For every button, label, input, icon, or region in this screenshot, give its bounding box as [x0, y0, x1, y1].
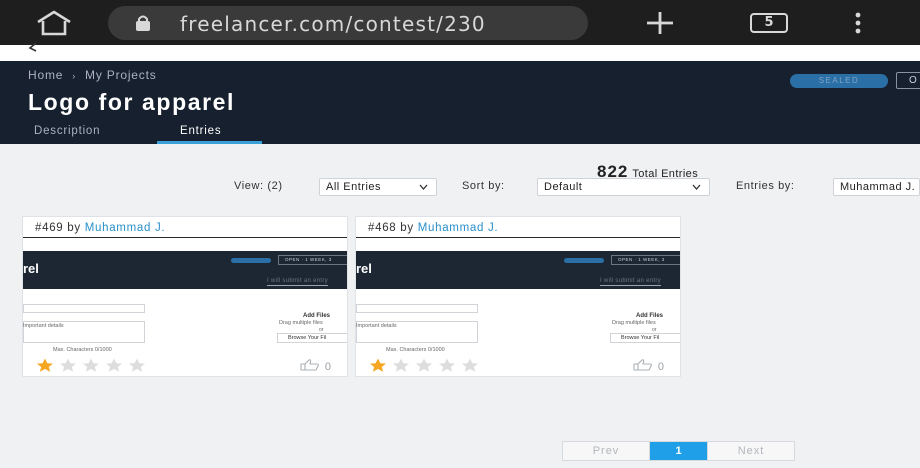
chevron-down-icon — [419, 184, 428, 190]
breadcrumb-home[interactable]: Home — [28, 68, 63, 82]
like-count: 0 — [324, 361, 331, 373]
star-empty-icon[interactable] — [460, 358, 480, 372]
thumbs-up-icon[interactable] — [300, 359, 320, 371]
entry-card[interactable]: #469 by Muhammad J. rel OPEN · 1 WEEK, 3… — [22, 216, 348, 377]
thumbnail-drag: Drag multiple files — [279, 320, 323, 326]
pagination: Prev 1 Next — [562, 441, 795, 461]
home-icon[interactable] — [34, 10, 74, 36]
prev-page-button[interactable]: Prev — [563, 442, 650, 460]
like-count: 0 — [657, 361, 664, 373]
sort-select[interactable]: Default — [537, 178, 710, 196]
tab-count-button[interactable]: 5 — [750, 13, 788, 33]
contest-status-pill: O — [896, 72, 920, 89]
plus-icon[interactable] — [640, 8, 680, 38]
entry-caption: #469 by Muhammad J. — [35, 222, 165, 234]
thumbnail-add-files: Add Files — [303, 313, 331, 319]
sealed-badge: SEALED — [790, 74, 888, 88]
thumbnail-important: Important details — [23, 323, 64, 329]
thumbnail-browse: Browse Your Fil — [610, 333, 680, 343]
breadcrumb-separator: › — [72, 71, 77, 81]
entry-divider — [23, 237, 347, 238]
thumbnail-badge — [231, 258, 271, 263]
thumbnail-drag: Drag multiple files — [612, 320, 656, 326]
entry-author-link[interactable]: Muhammad J. — [85, 222, 166, 234]
active-tab-indicator — [157, 141, 262, 144]
url-text: freelancer.com/contest/230 — [180, 12, 486, 36]
entries-by-label: Entries by: — [736, 180, 795, 192]
sort-label: Sort by: — [462, 180, 505, 192]
star-empty-icon[interactable] — [414, 358, 434, 372]
thumbnail-input — [356, 304, 478, 313]
star-empty-icon[interactable] — [127, 358, 147, 372]
star-filled-icon[interactable] — [368, 358, 388, 372]
thumbnail-input — [23, 304, 145, 313]
thumbnail-title: rel — [356, 261, 372, 276]
entry-caption: #468 by Muhammad J. — [368, 222, 498, 234]
tab-entries[interactable]: Entries — [180, 125, 221, 137]
star-empty-icon[interactable] — [437, 358, 457, 372]
next-page-button[interactable]: Next — [707, 442, 794, 460]
star-empty-icon[interactable] — [58, 358, 78, 372]
tab-description[interactable]: Description — [34, 125, 100, 137]
star-filled-icon[interactable] — [35, 358, 55, 372]
entries-by-select[interactable]: Muhammad J. — [833, 178, 920, 196]
kebab-menu-icon[interactable] — [852, 12, 864, 34]
like-counter[interactable]: 0 — [633, 359, 664, 373]
entry-divider — [356, 237, 680, 238]
thumbs-up-icon[interactable] — [633, 359, 653, 371]
thumbnail-submit-link: I will submit an entry — [267, 278, 328, 286]
breadcrumb: Home › My Projects — [28, 68, 157, 82]
lock-icon — [136, 15, 150, 31]
view-label: View: (2) — [234, 180, 283, 192]
thumbnail-add-files: Add Files — [636, 313, 664, 319]
back-arrow-icon[interactable] — [26, 42, 40, 52]
thumbnail-important: Important details — [356, 323, 397, 329]
sort-select-value: Default — [544, 181, 583, 193]
chevron-down-icon — [692, 184, 701, 190]
star-empty-icon[interactable] — [104, 358, 124, 372]
like-counter[interactable]: 0 — [300, 359, 331, 373]
thumbnail-max-chars: Max. Characters 0/1000 — [386, 347, 445, 353]
project-header: Home › My Projects Logo for apparel SEALED… — [0, 61, 920, 144]
thumbnail-status: OPEN · 1 WEEK, 3 — [611, 255, 680, 265]
current-page-button[interactable]: 1 — [650, 442, 707, 460]
entry-number: #469 by — [35, 222, 81, 234]
address-bar[interactable]: freelancer.com/contest/230 — [108, 6, 588, 40]
thumbnail-submit-link: I will submit an entry — [600, 278, 661, 286]
entry-author-link[interactable]: Muhammad J. — [418, 222, 499, 234]
thumbnail-badge — [564, 258, 604, 263]
entry-thumbnail[interactable]: rel OPEN · 1 WEEK, 3 I will submit an en… — [23, 251, 347, 361]
entry-thumbnail[interactable]: rel OPEN · 1 WEEK, 3 I will submit an en… — [356, 251, 680, 361]
star-rating[interactable] — [35, 358, 150, 372]
star-empty-icon[interactable] — [391, 358, 411, 372]
entry-card[interactable]: #468 by Muhammad J. rel OPEN · 1 WEEK, 3… — [355, 216, 681, 377]
thumbnail-max-chars: Max. Characters 0/1000 — [53, 347, 112, 353]
breadcrumb-my-projects[interactable]: My Projects — [85, 68, 156, 82]
back-strip — [0, 42, 920, 61]
view-select-value: All Entries — [326, 181, 382, 193]
star-empty-icon[interactable] — [81, 358, 101, 372]
view-select[interactable]: All Entries — [319, 178, 437, 196]
thumbnail-title: rel — [23, 261, 39, 276]
star-rating[interactable] — [368, 358, 483, 372]
thumbnail-browse: Browse Your Fil — [277, 333, 347, 343]
browser-toolbar: freelancer.com/contest/230 5 — [0, 0, 920, 45]
thumbnail-status: OPEN · 1 WEEK, 3 — [278, 255, 347, 265]
entries-by-select-value: Muhammad J. — [840, 181, 916, 193]
entry-number: #468 by — [368, 222, 414, 234]
page-title: Logo for apparel — [28, 89, 236, 115]
